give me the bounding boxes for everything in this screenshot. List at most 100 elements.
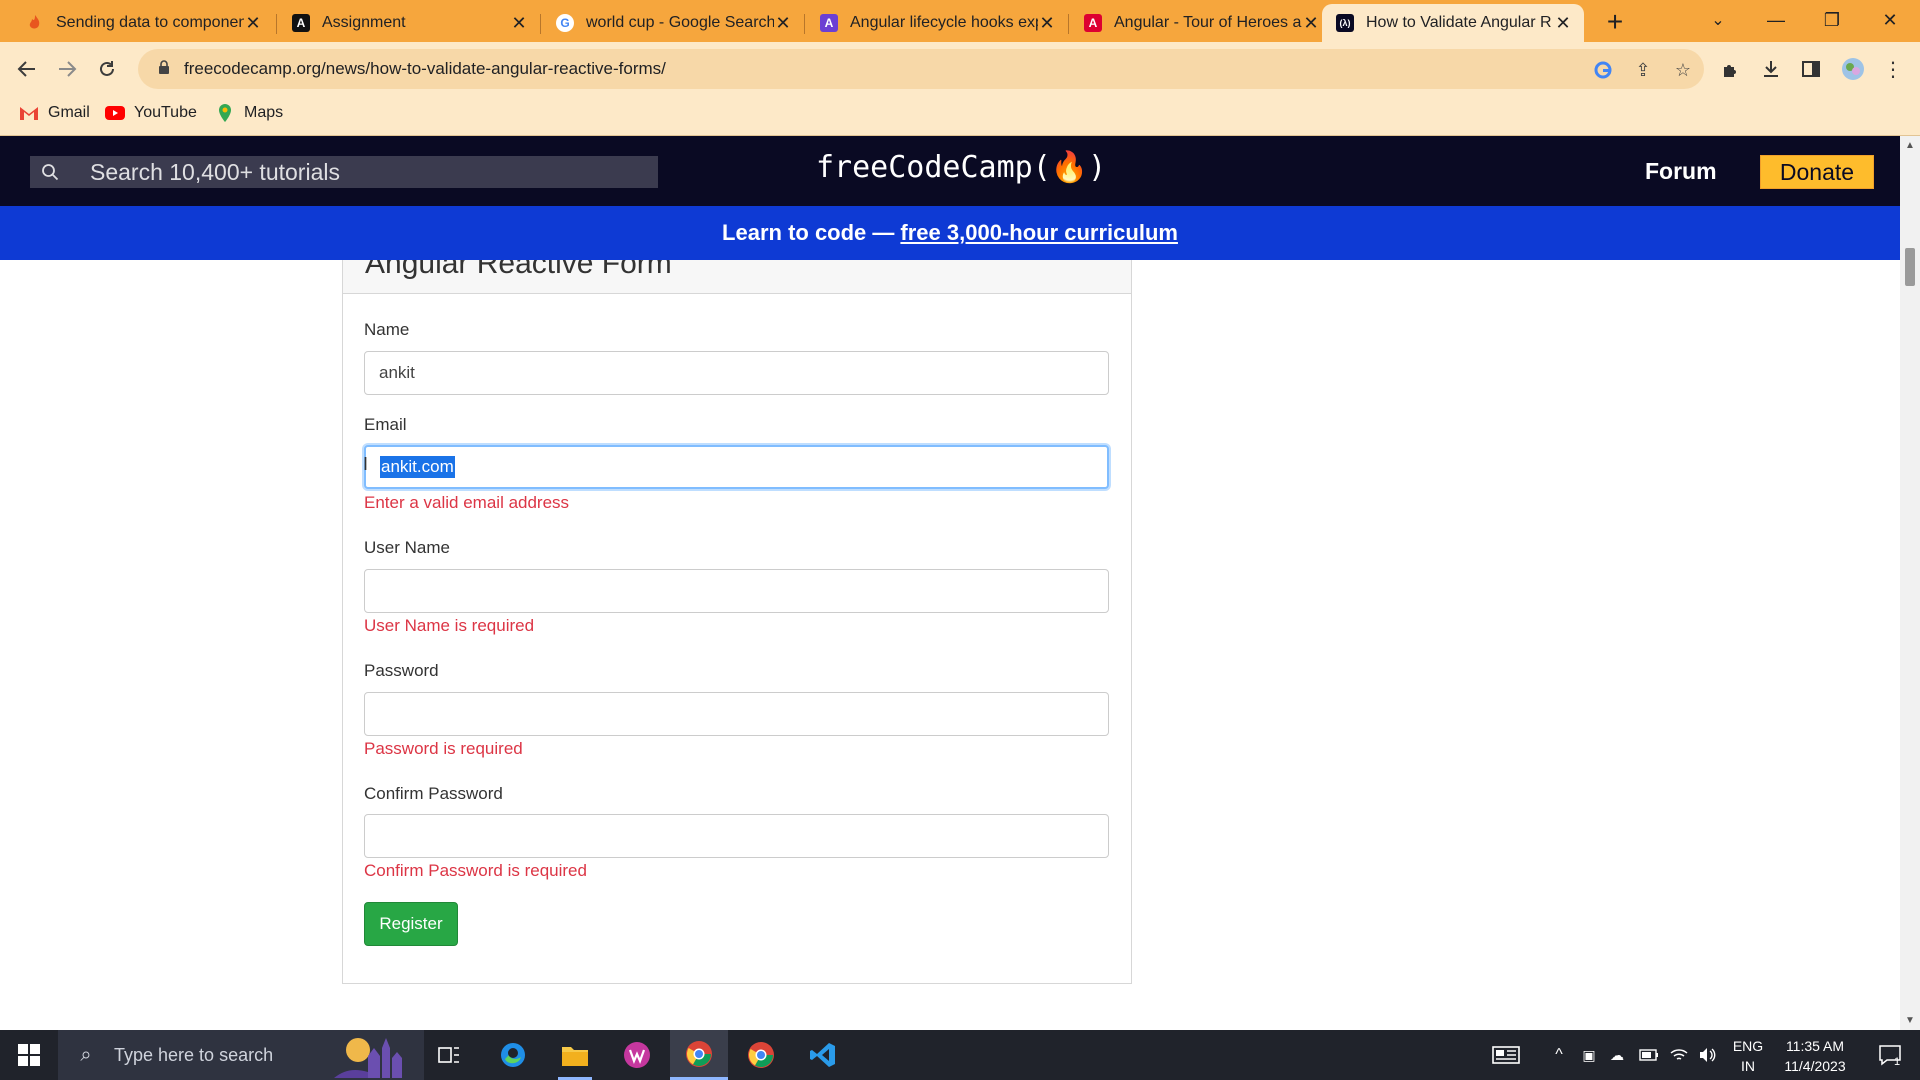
extensions-icon[interactable] <box>1716 54 1746 84</box>
email-input-selected-value: ankit.com <box>380 456 455 478</box>
name-label: Name <box>364 320 410 339</box>
confirm-password-input[interactable] <box>364 814 1109 858</box>
clock-time: 11:35 AM <box>1785 1038 1845 1054</box>
tab-world-cup[interactable]: G world cup - Google Search ✕ <box>542 4 804 42</box>
address-bar[interactable]: freecodecamp.org/news/how-to-validate-an… <box>138 49 1704 89</box>
restore-icon[interactable]: ❐ <box>1804 0 1860 40</box>
vscode-icon[interactable] <box>794 1030 852 1080</box>
chrome-profile-icon[interactable] <box>732 1030 790 1080</box>
minimize-icon[interactable]: — <box>1748 0 1804 40</box>
tab-strip: Sending data to componen ✕ A Assignment … <box>0 0 1920 42</box>
battery-icon[interactable] <box>1636 1030 1662 1080</box>
curriculum-banner: Learn to code — free 3,000-hour curricul… <box>0 206 1900 260</box>
close-tab-icon[interactable]: ✕ <box>244 13 262 34</box>
taskbar-search-placeholder: Type here to search <box>114 1044 274 1065</box>
new-tab-button[interactable]: + <box>1598 6 1632 38</box>
angular-icon: A <box>1084 14 1102 32</box>
tab-sending-data[interactable]: Sending data to componen ✕ <box>12 4 274 42</box>
tab-title: Assignment <box>322 14 406 31</box>
close-tab-icon[interactable]: ✕ <box>1038 13 1056 34</box>
close-tab-icon[interactable]: ✕ <box>1302 13 1320 34</box>
forum-link[interactable]: Forum <box>1645 158 1717 185</box>
bookmark-youtube[interactable]: YouTube <box>104 104 197 122</box>
username-error: User Name is required <box>364 616 535 635</box>
share-icon[interactable]: ⇪ <box>1630 57 1656 83</box>
tab-title: Angular - Tour of Heroes a <box>1114 14 1302 31</box>
close-tab-icon[interactable]: ✕ <box>1554 13 1572 34</box>
tutorial-search-input[interactable]: Search 10,400+ tutorials <box>30 156 658 188</box>
freecodecamp-icon: (λ) <box>1336 14 1354 32</box>
bookmark-maps[interactable]: Maps <box>214 104 283 122</box>
tab-title: Sending data to componen <box>56 14 244 31</box>
chrome-icon[interactable] <box>670 1030 728 1080</box>
tab-lifecycle-hooks[interactable]: A Angular lifecycle hooks exp ✕ <box>806 4 1068 42</box>
flame-favicon-icon <box>26 14 44 32</box>
angular-icon: A <box>292 14 310 32</box>
side-panel-icon[interactable] <box>1796 54 1826 84</box>
screen: Sending data to componen ✕ A Assignment … <box>0 0 1920 1080</box>
profile-avatar-icon[interactable] <box>1838 54 1868 84</box>
lock-icon[interactable] <box>144 60 184 78</box>
bookmark-gmail[interactable]: Gmail <box>18 104 90 122</box>
youtube-icon <box>104 104 126 122</box>
tab-title: How to Validate Angular R <box>1366 14 1552 31</box>
reload-icon[interactable] <box>90 52 124 86</box>
bookmark-star-icon[interactable]: ☆ <box>1670 57 1696 83</box>
url-text: freecodecamp.org/news/how-to-validate-an… <box>184 59 666 78</box>
windows-start-icon[interactable] <box>0 1030 58 1080</box>
search-highlight-castle-icon <box>328 1034 416 1080</box>
page-scrollbar[interactable]: ▲ ▼ <box>1900 136 1920 1030</box>
confirm-password-error: Confirm Password is required <box>364 861 587 880</box>
wifi-icon[interactable] <box>1666 1030 1692 1080</box>
notification-count: 1 <box>1894 1056 1901 1068</box>
password-label: Password <box>364 661 439 680</box>
email-input[interactable]: ankit.com <box>364 445 1109 489</box>
curriculum-link[interactable]: free 3,000-hour curriculum <box>900 220 1178 246</box>
google-lens-icon[interactable] <box>1590 57 1616 83</box>
meet-now-icon[interactable]: ▣ <box>1576 1030 1602 1080</box>
register-button[interactable]: Register <box>364 902 458 946</box>
freecodecamp-logo[interactable]: freeCodeCamp(🔥) <box>816 150 1106 185</box>
fcc-navbar: Search 10,400+ tutorials freeCodeCamp(🔥)… <box>0 136 1900 206</box>
donate-button[interactable]: Donate <box>1760 155 1874 189</box>
tab-search-chevron-icon[interactable]: ⌄ <box>1690 0 1746 40</box>
back-icon[interactable] <box>10 52 44 86</box>
tab-tour-of-heroes[interactable]: A Angular - Tour of Heroes a ✕ <box>1070 4 1332 42</box>
file-explorer-icon[interactable] <box>546 1030 604 1080</box>
news-widget-icon[interactable] <box>1486 1030 1526 1080</box>
email-error: Enter a valid email address <box>364 493 570 512</box>
name-input[interactable]: ankit <box>364 351 1109 395</box>
forward-icon[interactable] <box>50 52 84 86</box>
task-view-icon[interactable] <box>420 1030 478 1080</box>
password-error: Password is required <box>364 739 523 758</box>
wondershare-app-icon[interactable] <box>608 1030 666 1080</box>
bookmark-label: Maps <box>244 104 284 121</box>
close-window-icon[interactable]: ✕ <box>1862 0 1918 40</box>
download-icon[interactable] <box>1756 54 1786 84</box>
scroll-down-arrow-icon[interactable]: ▼ <box>1900 1015 1920 1026</box>
taskbar-search-box[interactable]: ⌕ Type here to search <box>58 1030 424 1080</box>
onedrive-icon[interactable]: ☁ <box>1604 1030 1630 1080</box>
password-input[interactable] <box>364 692 1109 736</box>
chrome-menu-icon[interactable]: ⋮ <box>1878 54 1908 84</box>
close-tab-icon[interactable]: ✕ <box>774 13 792 34</box>
edge-icon[interactable] <box>484 1030 542 1080</box>
show-hidden-icons-chevron-icon[interactable]: ^ <box>1546 1030 1572 1080</box>
bookmarks-bar: Gmail YouTube Maps <box>0 96 1920 136</box>
username-input[interactable] <box>364 569 1109 613</box>
scroll-up-arrow-icon[interactable]: ▲ <box>1900 140 1920 151</box>
close-tab-icon[interactable]: ✕ <box>510 13 528 34</box>
input-language-indicator[interactable]: ENG IN <box>1730 1036 1766 1076</box>
tab-assignment[interactable]: A Assignment ✕ <box>278 4 540 42</box>
tab-separator <box>1068 14 1069 34</box>
tab-separator <box>276 14 277 34</box>
bookmark-label: Gmail <box>48 104 90 121</box>
taskbar-clock[interactable]: 11:35 AM 11/4/2023 <box>1770 1036 1860 1076</box>
tab-validate-angular[interactable]: (λ) How to Validate Angular R ✕ <box>1322 4 1584 42</box>
banner-text: Learn to code — <box>722 220 895 245</box>
confirm-password-label: Confirm Password <box>364 784 503 803</box>
scrollbar-thumb[interactable] <box>1905 248 1915 286</box>
name-input-value: ankit <box>379 363 415 382</box>
volume-icon[interactable] <box>1694 1030 1720 1080</box>
notification-center-icon[interactable]: 1 <box>1868 1030 1912 1080</box>
